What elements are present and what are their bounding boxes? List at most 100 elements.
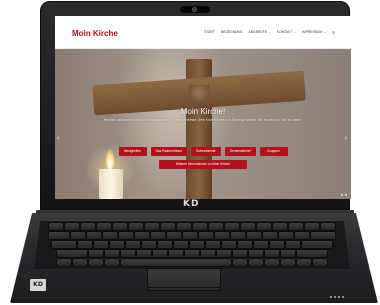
keyboard-key (233, 259, 247, 266)
keyboard-key (185, 250, 199, 257)
keyboard-key (169, 250, 183, 257)
keyboard-key (265, 259, 279, 266)
keyboard-key (167, 232, 181, 239)
keyboard-key (137, 250, 151, 257)
trackpad (147, 268, 221, 288)
status-led (342, 296, 344, 298)
keyboard-key (206, 241, 220, 248)
keyboard-key (281, 259, 295, 266)
button-gottesdienste[interactable]: Gottesdienste (190, 147, 221, 156)
button-gemeindebrief[interactable]: Gemeindebrief (224, 147, 256, 156)
keyboard-key (153, 250, 167, 257)
keyboard-key (113, 223, 127, 230)
keyboard-key (121, 250, 135, 257)
candle (99, 169, 123, 199)
keyboard-key (151, 232, 165, 239)
keyboard-key (233, 250, 247, 257)
keyboard-key (105, 259, 119, 266)
keyboard-key (313, 259, 327, 266)
keyboard-key (73, 259, 87, 266)
keyboard-key (105, 250, 119, 257)
base-brand-badge: KD (30, 279, 46, 291)
keyboard-spacebar (121, 259, 231, 266)
keyboard-key (254, 241, 268, 248)
keyboard-key (222, 241, 236, 248)
keyboard-key (247, 232, 261, 239)
keyboard-key (297, 259, 311, 266)
keyboard-key (94, 241, 108, 248)
nav-item-start[interactable]: START (204, 30, 215, 35)
keyboard-key (217, 250, 231, 257)
keyboard-key (238, 241, 252, 248)
site-header: Moin Kirche START BEGEGNUNG ANGEBOTE ⌄ K… (55, 16, 351, 49)
keyboard-key (135, 232, 149, 239)
status-led (330, 296, 332, 298)
keyboard-key (52, 241, 76, 248)
keyboard-key (270, 241, 284, 248)
slider-dot[interactable] (345, 194, 347, 196)
slider-next-arrow-icon[interactable]: › (345, 135, 347, 142)
button-more-info[interactable]: Weitere Informationen zu Moin Kirche! (159, 160, 247, 169)
keyboard-key (209, 223, 223, 230)
keyboard-key (297, 250, 327, 257)
lid-brand-label: KD (183, 199, 200, 209)
keyboard-key (110, 241, 124, 248)
keyboard-key (81, 223, 95, 230)
hero-slider: ‹ › Moin Kirche! Herzlich willkommen bei… (55, 49, 351, 199)
trackpad-buttons (147, 288, 221, 291)
keyboard-key (241, 223, 255, 230)
keyboard-key (119, 232, 133, 239)
keyboard-key (57, 250, 87, 257)
nav-item-begegnung[interactable]: BEGEGNUNG (221, 30, 243, 35)
keyboard-key (231, 232, 245, 239)
slider-prev-arrow-icon[interactable]: ‹ (57, 135, 59, 142)
hero-subtitle: Herzlich willkommen bei der Evangelische… (103, 118, 303, 122)
slider-dot[interactable] (341, 194, 343, 196)
nav-item-angebote[interactable]: ANGEBOTE ⌄ (249, 30, 271, 35)
hero-button-row: Neuigkeiten Das Pastorenteam Gottesdiens… (55, 147, 351, 156)
slider-dots (341, 194, 347, 196)
keyboard-key (142, 241, 156, 248)
keyboard-key (273, 223, 287, 230)
button-neuigkeiten[interactable]: Neuigkeiten (118, 147, 147, 156)
laptop-scene: KD Moin Kirche START BEGEGNUNG ANGEBOTE … (0, 0, 380, 305)
nav-item-kontakt[interactable]: KONTAKT ⌄ (277, 30, 296, 35)
keyboard-key (103, 232, 117, 239)
keyboard-key (279, 232, 293, 239)
keyboard-key (190, 241, 204, 248)
keyboard-key (174, 241, 188, 248)
keyboard-key (71, 232, 85, 239)
keyboard-key (295, 232, 309, 239)
site-logo[interactable]: Moin Kirche (72, 29, 118, 38)
wooden-cross-center (189, 85, 209, 101)
keyboard-key (311, 232, 335, 239)
status-leds (330, 296, 344, 298)
keyboard-key (225, 223, 239, 230)
keyboard-key (126, 241, 140, 248)
keyboard-key (265, 250, 279, 257)
keyboard-key (65, 223, 79, 230)
button-pastorenteam[interactable]: Das Pastorenteam (150, 147, 187, 156)
keyboard-key (289, 223, 303, 230)
keyboard-key (281, 250, 295, 257)
keyboard-key (305, 223, 319, 230)
keyboard-key (215, 232, 229, 239)
keyboard-key (201, 250, 215, 257)
keyboard-key (145, 223, 159, 230)
nav-item-impressum[interactable]: IMPRESSUM ⌄ (302, 30, 326, 35)
keyboard (34, 221, 350, 269)
search-icon[interactable]: ⚲ (332, 30, 335, 35)
button-gruppen[interactable]: Gruppen (259, 147, 288, 156)
keyboard-key (49, 223, 63, 230)
keyboard-key (161, 223, 175, 230)
keyboard-key (89, 250, 103, 257)
keyboard-key (177, 223, 191, 230)
keyboard-key (129, 223, 143, 230)
keyboard-key (158, 241, 172, 248)
keyboard-key (57, 259, 71, 266)
keyboard-key (89, 259, 103, 266)
keyboard-key (286, 241, 300, 248)
hero-title: Moin Kirche! (180, 107, 226, 116)
keyboard-key (199, 232, 213, 239)
status-led (338, 296, 340, 298)
